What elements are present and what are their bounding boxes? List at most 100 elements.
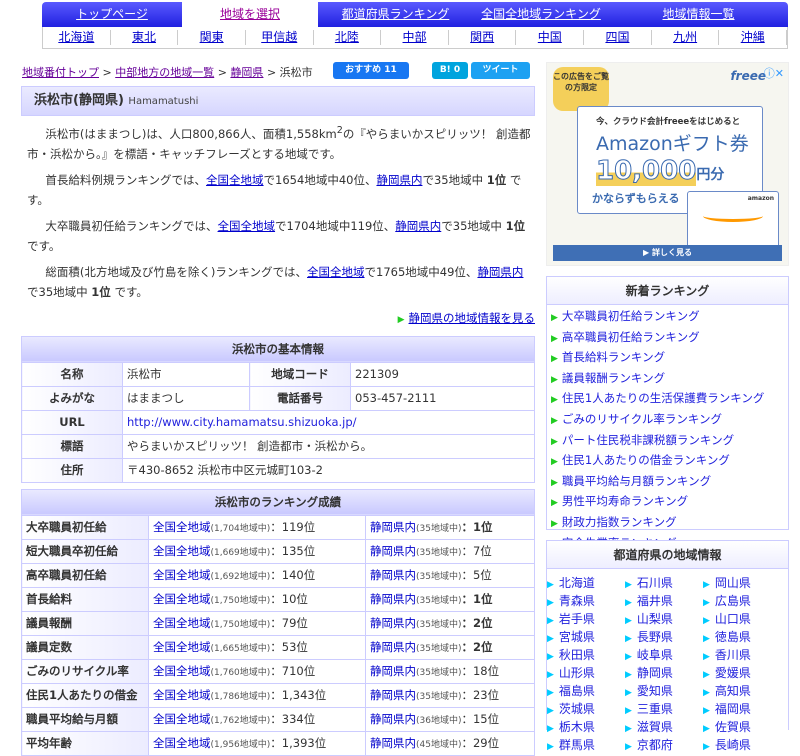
new-ranking-link[interactable]: パート住民税非課税額ランキング [562, 433, 734, 447]
prefecture-link[interactable]: 静岡県 [637, 666, 673, 680]
facebook-like-button[interactable]: おすすめ 11 [333, 62, 409, 79]
region-nav-item[interactable]: 関東 [178, 30, 246, 45]
prefecture-link[interactable]: 群馬県 [559, 738, 595, 752]
prefecture-link[interactable]: 静岡県内 [376, 173, 422, 187]
region-nav-item[interactable]: 九州 [652, 30, 720, 45]
region-nav-item[interactable]: 中部 [381, 30, 449, 45]
top-nav-item[interactable]: 全国全地域ランキング [473, 2, 609, 27]
top-nav-item[interactable]: 地域情報一覧 [609, 2, 788, 27]
breadcrumb-top[interactable]: 地域番付トップ [22, 66, 99, 79]
region-nav-item[interactable]: 中国 [516, 30, 585, 45]
new-ranking-link[interactable]: 住民1人あたりの生活保護費ランキング [562, 391, 764, 405]
national-link[interactable]: 全国全地域 [307, 265, 365, 279]
prefecture-link[interactable]: 福岡県 [715, 702, 751, 716]
prefecture-link[interactable]: 静岡県内 [370, 520, 416, 534]
new-ranking-link[interactable]: 財政力指数ランキング [562, 515, 677, 529]
prefecture-item: ▶ 高知県 [703, 683, 781, 701]
prefecture-link[interactable]: 静岡県内 [370, 712, 416, 726]
prefecture-link[interactable]: 岩手県 [559, 612, 595, 626]
region-nav-item[interactable]: 東北 [111, 30, 179, 45]
national-link[interactable]: 全国全地域 [153, 592, 211, 606]
prefecture-link[interactable]: 北海道 [559, 576, 595, 590]
prefecture-link[interactable]: 茨城県 [559, 702, 595, 716]
prefecture-link[interactable]: 高知県 [715, 684, 751, 698]
prefecture-link[interactable]: 長崎県 [715, 738, 751, 752]
prefecture-rank: 静岡県内(35地域中)：2位 [365, 634, 535, 660]
region-nav-item[interactable]: 北陸 [314, 30, 382, 45]
new-ranking-link[interactable]: 男性平均寿命ランキング [562, 494, 688, 508]
national-link[interactable]: 全国全地域 [153, 616, 211, 630]
national-link[interactable]: 全国全地域 [153, 736, 211, 750]
breadcrumb-chubu[interactable]: 中部地方の地域一覧 [115, 66, 214, 79]
city-url-link[interactable]: http://www.city.hamamatsu.shizuoka.jp/ [127, 415, 357, 429]
shizuoka-info-link[interactable]: 静岡県の地域情報を見る [409, 311, 536, 325]
prefecture-link[interactable]: 愛知県 [637, 684, 673, 698]
breadcrumb-shizuoka[interactable]: 静岡県 [230, 66, 263, 79]
prefecture-link[interactable]: 静岡県内 [370, 664, 416, 678]
national-link[interactable]: 全国全地域 [153, 688, 211, 702]
prefecture-link[interactable]: 山梨県 [637, 612, 673, 626]
prefecture-link[interactable]: 徳島県 [715, 630, 751, 644]
national-link[interactable]: 全国全地域 [206, 173, 264, 187]
prefecture-link[interactable]: 静岡県内 [370, 544, 416, 558]
new-ranking-link[interactable]: 大卒職員初任給ランキング [562, 309, 700, 323]
prefecture-link[interactable]: 栃木県 [559, 720, 595, 734]
prefecture-link[interactable]: 石川県 [637, 576, 673, 590]
new-ranking-link[interactable]: 住民1人あたりの借金ランキング [562, 453, 730, 467]
prefecture-link[interactable]: 静岡県内 [370, 568, 416, 582]
region-nav-item[interactable]: 関西 [449, 30, 517, 45]
new-ranking-link[interactable]: 議員報酬ランキング [562, 371, 665, 385]
national-link[interactable]: 全国全地域 [153, 520, 211, 534]
new-ranking-link[interactable]: 首長給料ランキング [562, 350, 665, 364]
prefecture-link[interactable]: 岡山県 [715, 576, 751, 590]
tweet-button[interactable]: ツイート [471, 62, 530, 79]
national-link[interactable]: 全国全地域 [153, 640, 211, 654]
region-nav-item[interactable]: 甲信越 [246, 30, 314, 45]
prefecture-link[interactable]: 静岡県内 [395, 219, 441, 233]
prefecture-link[interactable]: 京都府 [637, 738, 673, 752]
prefecture-link[interactable]: 静岡県内 [370, 592, 416, 606]
region-nav-item[interactable]: 沖縄 [719, 30, 788, 45]
prefecture-link[interactable]: 佐賀県 [715, 720, 751, 734]
prefecture-link[interactable]: 静岡県内 [370, 640, 416, 654]
prefecture-link[interactable]: 秋田県 [559, 648, 595, 662]
prefecture-link[interactable]: 三重県 [637, 702, 673, 716]
prefecture-link[interactable]: 福井県 [637, 594, 673, 608]
arrow-icon: ▶ [625, 634, 632, 644]
national-link[interactable]: 全国全地域 [153, 568, 211, 582]
prefecture-link[interactable]: 岐阜県 [637, 648, 673, 662]
prefecture-link[interactable]: 静岡県内 [477, 265, 523, 279]
ad-close-icon[interactable]: ⓘ✕ [764, 65, 784, 81]
prefecture-link[interactable]: 長野県 [637, 630, 673, 644]
top-nav-item[interactable]: 地域を選択 [182, 2, 318, 27]
prefecture-link[interactable]: 愛媛県 [715, 666, 751, 680]
national-link[interactable]: 全国全地域 [218, 219, 276, 233]
new-ranking-item: ▶ 高卒職員初任給ランキング [547, 328, 788, 349]
prefecture-link[interactable]: 宮城県 [559, 630, 595, 644]
prefecture-link[interactable]: 静岡県内 [370, 688, 416, 702]
advertisement[interactable]: この広告をご覧の方限定 freee ⓘ✕ 今、クラウド会計freeeをはじめると… [546, 62, 789, 266]
national-link[interactable]: 全国全地域 [153, 664, 211, 678]
prefecture-link[interactable]: 静岡県内 [370, 736, 416, 750]
national-link[interactable]: 全国全地域 [153, 544, 211, 558]
top-nav-item[interactable]: 都道府県ランキング [318, 2, 473, 27]
prefecture-position: ：15位 [461, 712, 500, 727]
region-nav-item[interactable]: 北海道 [43, 30, 111, 45]
prefecture-link[interactable]: 山口県 [715, 612, 751, 626]
prefecture-link[interactable]: 山形県 [559, 666, 595, 680]
new-ranking-link[interactable]: ごみのリサイクル率ランキング [562, 412, 722, 426]
prefecture-link[interactable]: 香川県 [715, 648, 751, 662]
prefecture-link[interactable]: 青森県 [559, 594, 595, 608]
prefecture-link[interactable]: 福島県 [559, 684, 595, 698]
ad-cta-button[interactable]: ▶ 詳しく見る [553, 245, 782, 261]
prefecture-link[interactable]: 広島県 [715, 594, 751, 608]
prefecture-link[interactable]: 滋賀県 [637, 720, 673, 734]
region-nav-item[interactable]: 四国 [584, 30, 652, 45]
national-link[interactable]: 全国全地域 [153, 712, 211, 726]
new-ranking-link[interactable]: 職員平均給与月額ランキング [562, 474, 711, 488]
top-nav-item[interactable]: トップページ [42, 2, 182, 27]
new-ranking-link[interactable]: 高卒職員初任給ランキング [562, 330, 700, 344]
prefecture-link[interactable]: 静岡県内 [370, 616, 416, 630]
label-kana: よみがな [21, 385, 123, 411]
hatena-bookmark-button[interactable]: B! 0 [432, 62, 468, 79]
